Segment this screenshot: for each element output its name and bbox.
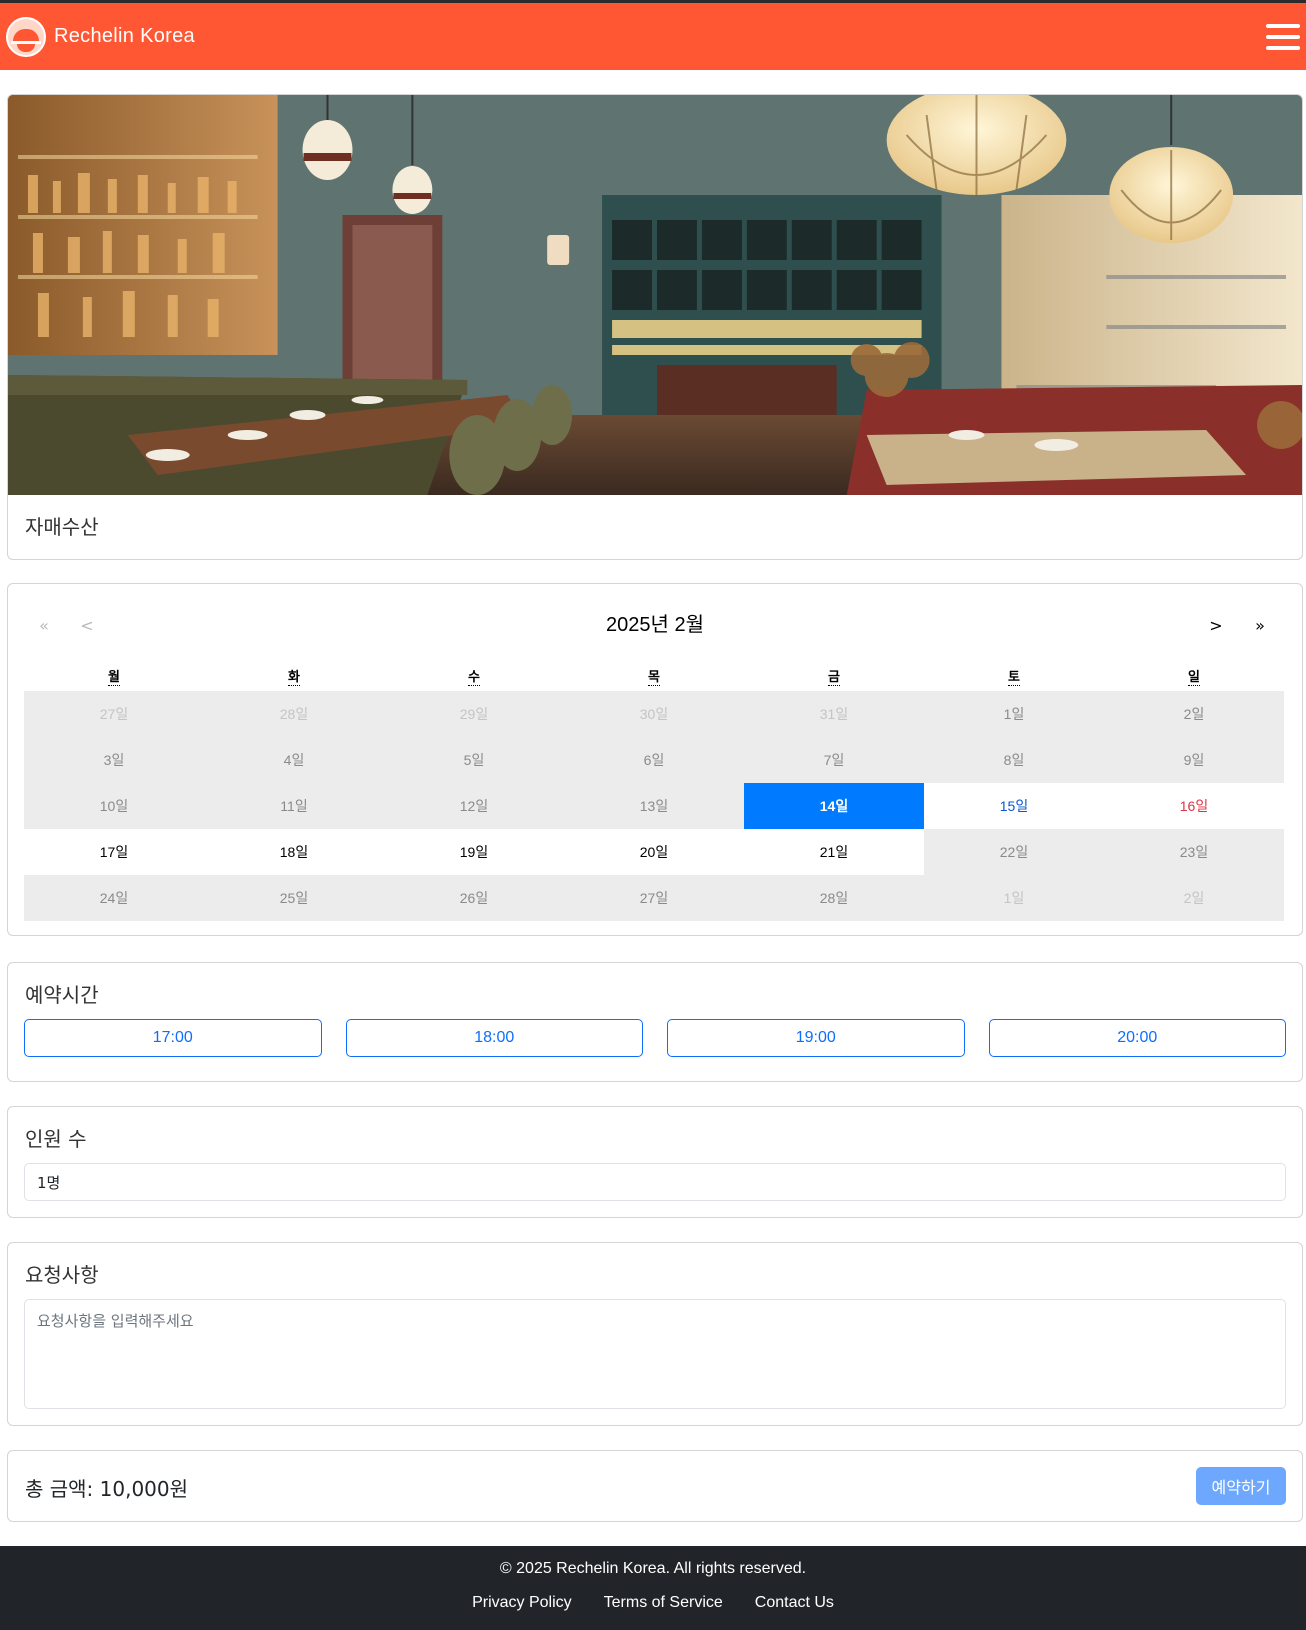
time-slot-button[interactable]: 17:00 [24,1019,322,1057]
app-root: Rechelin Korea 자매수산 « < 2025년 2월 > » 월 화… [0,0,1306,1630]
calendar-day[interactable]: 9일 [1104,737,1284,783]
calendar-day[interactable]: 8일 [924,737,1104,783]
calendar-header: « < 2025년 2월 > » [8,608,1302,642]
weekday-text: 일 [1188,670,1200,686]
calendar-day[interactable]: 25일 [204,875,384,921]
weekday-text: 화 [288,670,300,686]
weekday-label: 토 [924,666,1104,690]
brand[interactable]: Rechelin Korea [6,16,195,57]
calendar-day[interactable]: 27일 [24,691,204,737]
hamburger-icon[interactable] [1266,22,1300,52]
total-card: 총 금액: 10,000원 예약하기 [7,1450,1303,1522]
navbar: Rechelin Korea [0,0,1306,70]
weekday-text: 수 [468,670,480,686]
reserve-button[interactable]: 예약하기 [1196,1467,1286,1505]
terms-of-service-link[interactable]: Terms of Service [604,1594,723,1612]
time-slot-button[interactable]: 19:00 [667,1019,965,1057]
footer-links: Privacy Policy Terms of Service Contact … [0,1594,1306,1612]
request-textarea[interactable]: 요청사항을 입력해주세요 [24,1299,1286,1409]
calendar-day[interactable]: 13일 [564,783,744,829]
calendar-day[interactable]: 4일 [204,737,384,783]
calendar-day[interactable]: 22일 [924,829,1104,875]
people-section-title: 인원 수 [25,1127,87,1151]
calendar-day[interactable]: 10일 [24,783,204,829]
weekday-label: 금 [744,666,924,690]
calendar-day[interactable]: 2일 [1104,875,1284,921]
calendar-day[interactable]: 15일 [924,783,1104,829]
weekday-label: 일 [1104,666,1284,690]
time-slot-row: 17:00 18:00 19:00 20:00 [24,1019,1286,1057]
calendar-day[interactable]: 24일 [24,875,204,921]
calendar-day[interactable]: 16일 [1104,783,1284,829]
time-slot-button[interactable]: 20:00 [988,1019,1286,1057]
contact-us-link[interactable]: Contact Us [755,1594,834,1612]
calendar-day[interactable]: 19일 [384,829,564,875]
weekday-text: 토 [1008,670,1020,686]
calendar-grid: 27일 28일 29일 30일 31일 1일 2일 3일 4일 5일 6일 7일 8일 9일 10일 11일 1… [24,691,1284,921]
next-month-button[interactable]: > [1199,608,1233,642]
restaurant-photo [8,95,1302,495]
total-price: 총 금액: 10,000원 [25,1477,189,1501]
bowl-logo-icon [6,16,46,57]
calendar-day[interactable]: 20일 [564,829,744,875]
calendar-card: « < 2025년 2월 > » 월화수목금토일 27일 28일 29일 30일 31일… [7,583,1303,936]
calendar-day[interactable]: 1일 [924,875,1104,921]
calendar-day[interactable]: 2일 [1104,691,1284,737]
calendar-day[interactable]: 31일 [744,691,924,737]
weekday-label: 수 [384,666,564,690]
weekday-label: 화 [204,666,384,690]
restaurant-card: 자매수산 [7,94,1303,560]
calendar-day[interactable]: 5일 [384,737,564,783]
calendar-day[interactable]: 12일 [384,783,564,829]
calendar-day[interactable]: 28일 [204,691,384,737]
calendar-day[interactable]: 14일 [744,783,924,829]
copyright: © 2025 Rechelin Korea. All rights reserv… [499,1560,807,1577]
restaurant-name: 자매수산 [25,515,99,539]
calendar-day[interactable]: 11일 [204,783,384,829]
calendar-day[interactable]: 26일 [384,875,564,921]
calendar-day[interactable]: 17일 [24,829,204,875]
request-card: 요청사항 요청사항을 입력해주세요 [7,1242,1303,1426]
people-card: 인원 수 1명 [7,1106,1303,1218]
next-year-button[interactable]: » [1243,608,1277,642]
calendar-day[interactable]: 28일 [744,875,924,921]
calendar-day[interactable]: 21일 [744,829,924,875]
weekday-text: 금 [828,670,840,686]
calendar-day[interactable]: 27일 [564,875,744,921]
request-section-title: 요청사항 [25,1263,99,1287]
weekday-text: 목 [648,670,660,686]
weekday-text: 월 [108,670,120,686]
weekday-label: 목 [564,666,744,690]
weekday-row: 월화수목금토일 [24,666,1284,690]
brand-name[interactable]: Rechelin Korea [54,25,195,48]
calendar-day[interactable]: 6일 [564,737,744,783]
calendar-title: 2025년 2월 [606,614,704,636]
footer: © 2025 Rechelin Korea. All rights reserv… [0,1546,1306,1630]
calendar-day[interactable]: 3일 [24,737,204,783]
time-section-title: 예약시간 [25,983,99,1007]
calendar-day[interactable]: 30일 [564,691,744,737]
privacy-policy-link[interactable]: Privacy Policy [472,1594,572,1612]
calendar-day[interactable]: 23일 [1104,829,1284,875]
calendar-day[interactable]: 1일 [924,691,1104,737]
time-slot-button[interactable]: 18:00 [345,1019,643,1057]
time-card: 예약시간 17:00 18:00 19:00 20:00 [7,962,1303,1082]
people-select[interactable]: 1명 [24,1163,1286,1201]
calendar-day[interactable]: 7일 [744,737,924,783]
calendar-day[interactable]: 18일 [204,829,384,875]
calendar-day[interactable]: 29일 [384,691,564,737]
weekday-label: 월 [24,666,204,690]
